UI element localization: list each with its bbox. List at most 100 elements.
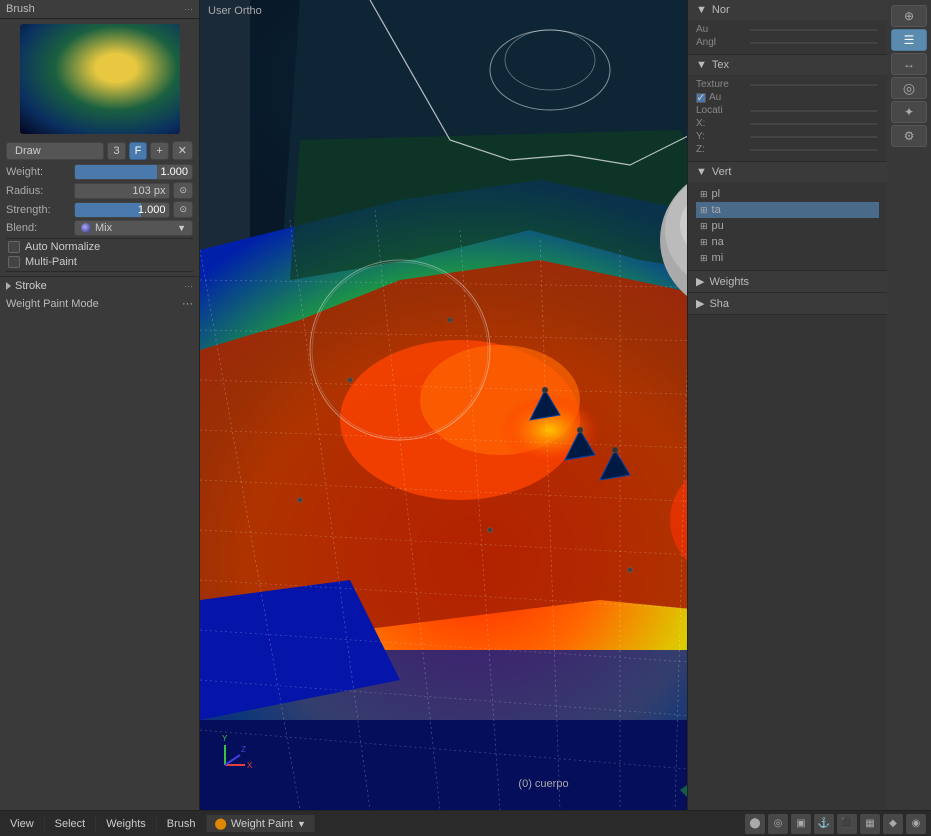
bottom-icon-8[interactable]: ◉ <box>906 814 926 834</box>
texture-expand-icon: ▼ <box>696 59 707 71</box>
weight-slider[interactable]: 1.000 <box>74 164 193 180</box>
weights-menu-button[interactable]: Weights <box>96 815 157 833</box>
stroke-section-header[interactable]: Stroke ··· <box>0 276 199 295</box>
mode-selector-chevron: ▼ <box>297 819 306 829</box>
divider-1 <box>6 238 193 239</box>
vertex-section-header[interactable]: ▼ Vert <box>688 162 887 182</box>
toolbar-icon-1[interactable]: ⊕ <box>891 5 927 27</box>
texture-section-content: Texture ✓ Au Locati X: Y: Z: <box>688 75 887 161</box>
normal-section-content: Au Angl <box>688 20 887 54</box>
texture-section: ▼ Tex Texture ✓ Au Locati X: Y: <box>688 55 887 162</box>
toolbar-icon-6[interactable]: ⚙ <box>891 125 927 147</box>
svg-text:X: X <box>247 761 253 770</box>
bottom-icon-4[interactable]: ⚓ <box>814 814 834 834</box>
auto-normalize-checkbox[interactable] <box>8 241 20 253</box>
blend-dropdown-icon: ▼ <box>177 223 186 233</box>
multi-paint-checkbox[interactable] <box>8 256 20 268</box>
auto-normalize-row: Auto Normalize <box>6 241 193 253</box>
vertex-section: ▼ Vert ⊞ pl ⊞ ta ⊞ pu ⊞ na ⊞ mi <box>688 162 887 271</box>
normal-au-value[interactable] <box>749 28 879 32</box>
z-row: Z: <box>696 144 879 155</box>
texture-au-checkbox[interactable]: ✓ <box>696 93 706 103</box>
brush-type-row: Draw 3 F + ✕ <box>6 141 193 160</box>
texture-section-label: Tex <box>712 59 729 71</box>
bottom-icon-3[interactable]: ▣ <box>791 814 811 834</box>
shading-expand-icon: ▶ <box>696 297 704 310</box>
toolbar-icon-4[interactable]: ◎ <box>891 77 927 99</box>
select-menu-button[interactable]: Select <box>45 815 97 833</box>
blend-value[interactable]: Mix ▼ <box>74 220 193 236</box>
locati-label: Locati <box>696 105 746 116</box>
strength-slider[interactable]: 1.000 <box>74 202 170 218</box>
radius-value[interactable]: 103 px <box>74 183 170 199</box>
radius-label: Radius: <box>6 185 71 197</box>
normal-section: ▼ Nor Au Angl <box>688 0 887 55</box>
vertex-item-mi[interactable]: ⊞ mi <box>696 250 879 266</box>
bottom-right-icons: ⬤ ◎ ▣ ⚓ ⬛ ▦ ◆ ◉ <box>740 814 931 834</box>
weights-section-label: Weights <box>709 276 749 288</box>
mode-menu-icon[interactable]: ··· <box>182 298 193 310</box>
x-label: X: <box>696 118 746 129</box>
brush-f-button[interactable]: F <box>129 142 148 160</box>
vertex-mi-label: mi <box>712 252 724 264</box>
brush-close-button[interactable]: ✕ <box>172 141 193 160</box>
normal-angl-value[interactable] <box>749 41 879 45</box>
coord-label: (0) cuerpo <box>518 778 568 790</box>
toolbar-icon-5[interactable]: ✦ <box>891 101 927 123</box>
svg-text:Z: Z <box>241 745 246 754</box>
texture-section-header[interactable]: ▼ Tex <box>688 55 887 75</box>
radius-row: Radius: 103 px ⊙ <box>6 182 193 199</box>
viewport-label: User Ortho <box>208 5 262 17</box>
mode-selector-icon: ⬤ <box>215 817 227 830</box>
x-value[interactable] <box>749 122 879 126</box>
stroke-menu-icon: ··· <box>184 281 193 291</box>
vertex-item-pl[interactable]: ⊞ pl <box>696 186 879 202</box>
strength-icon-button[interactable]: ⊙ <box>173 201 193 218</box>
normal-section-header[interactable]: ▼ Nor <box>688 0 887 20</box>
vertex-item-na[interactable]: ⊞ na <box>696 234 879 250</box>
shading-section-header[interactable]: ▶ Sha <box>688 293 887 314</box>
brush-menu-button[interactable]: Brush <box>157 815 207 833</box>
normal-au-row: Au <box>696 24 879 35</box>
locati-row: Locati <box>696 105 879 116</box>
bottom-icon-1[interactable]: ⬤ <box>745 814 765 834</box>
y-value[interactable] <box>749 135 879 139</box>
toolbar-icon-3[interactable]: ↔ <box>891 53 927 75</box>
bottom-icon-6[interactable]: ▦ <box>860 814 880 834</box>
bottom-icon-5[interactable]: ⬛ <box>837 814 857 834</box>
texture-value[interactable] <box>749 83 879 87</box>
texture-row: Texture <box>696 79 879 90</box>
weights-expand-icon: ▶ <box>696 275 704 288</box>
brush-preview <box>20 24 180 134</box>
right-properties-panel: ▼ Nor Au Angl ▼ Tex Texture ✓ <box>687 0 887 810</box>
brush-type-label[interactable]: Draw <box>6 142 104 160</box>
vertex-pu-label: pu <box>712 220 724 232</box>
stroke-expand-icon <box>6 282 11 290</box>
brush-add-button[interactable]: + <box>150 142 168 160</box>
normal-angl-row: Angl <box>696 37 879 48</box>
bottom-icon-2[interactable]: ◎ <box>768 814 788 834</box>
radius-icon-button[interactable]: ⊙ <box>173 182 193 199</box>
vertex-ta-label: ta <box>712 204 721 216</box>
brush-preview-canvas <box>20 24 180 134</box>
weights-section: ▶ Weights <box>688 271 887 293</box>
mode-selector[interactable]: ⬤ Weight Paint ▼ <box>207 815 315 832</box>
vertex-na-label: na <box>712 236 724 248</box>
normal-au-label: Au <box>696 24 746 35</box>
vertex-pl-label: pl <box>712 188 721 200</box>
toolbar-icon-2[interactable]: ☰ <box>891 29 927 51</box>
viewport-gizmo: X Y Z <box>210 730 260 780</box>
brush-title: Brush <box>6 3 35 15</box>
locati-value[interactable] <box>749 109 879 113</box>
vertex-item-ta[interactable]: ⊞ ta <box>696 202 879 218</box>
vertex-item-pu[interactable]: ⊞ pu <box>696 218 879 234</box>
right-toolbar: ⊕ ☰ ↔ ◎ ✦ ⚙ <box>887 0 931 810</box>
view-menu-button[interactable]: View <box>0 815 45 833</box>
z-value[interactable] <box>749 148 879 152</box>
stroke-label: Stroke <box>15 280 47 292</box>
weights-section-header[interactable]: ▶ Weights <box>688 271 887 292</box>
bottom-icon-7[interactable]: ◆ <box>883 814 903 834</box>
mix-dot-icon <box>81 223 91 233</box>
vertex-section-content: ⊞ pl ⊞ ta ⊞ pu ⊞ na ⊞ mi <box>688 182 887 270</box>
multi-paint-row: Multi-Paint <box>6 256 193 268</box>
